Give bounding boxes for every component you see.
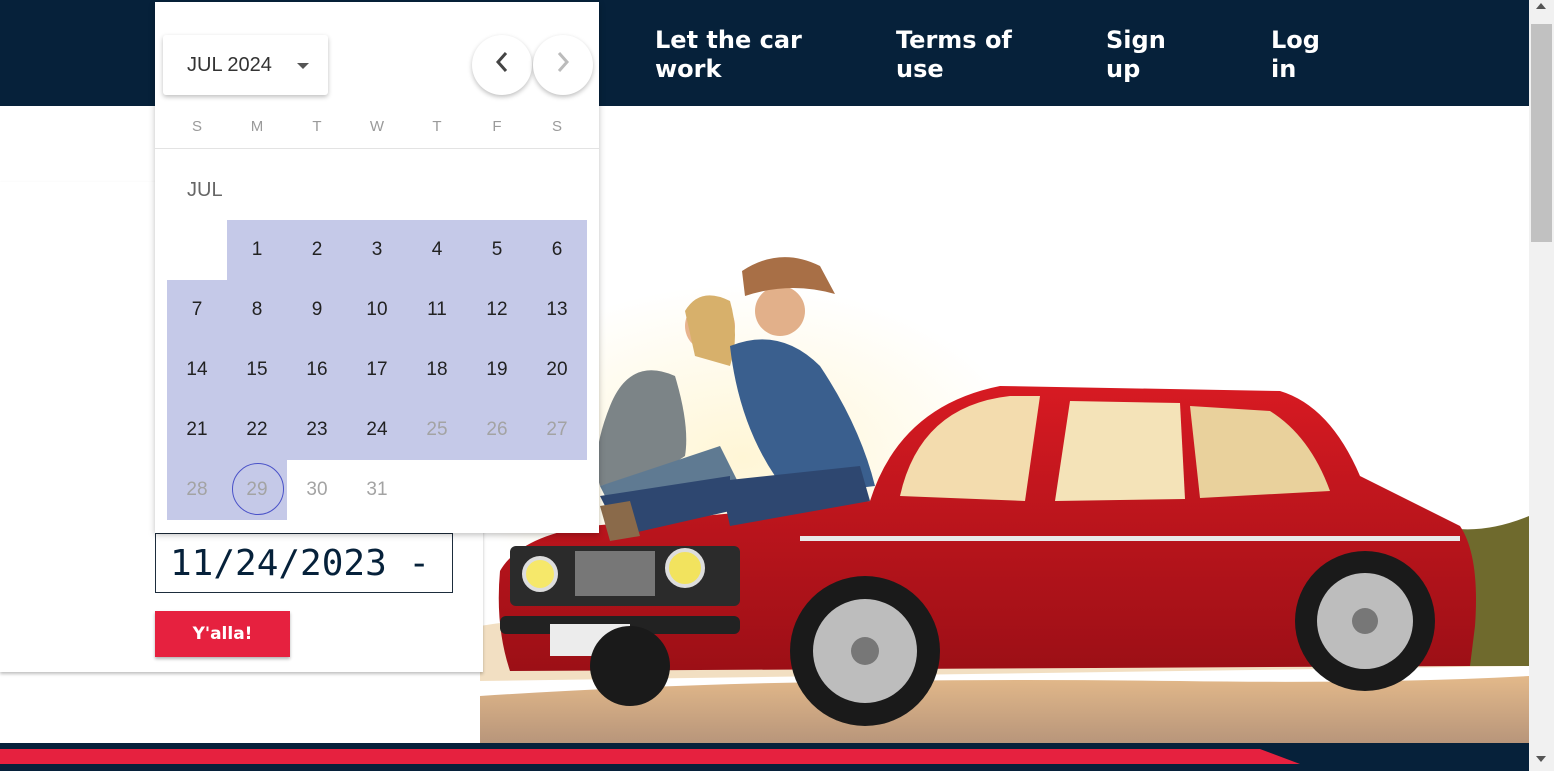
scrollbar-thumb[interactable]: [1531, 24, 1552, 242]
calendar-day[interactable]: 3: [347, 220, 407, 280]
day-number: 21: [186, 419, 208, 440]
calendar-day[interactable]: 24: [347, 400, 407, 460]
scroll-up-arrow-icon[interactable]: [1536, 3, 1546, 9]
day-number: 13: [546, 299, 568, 320]
weekday-label: M: [250, 118, 264, 135]
calendar-day: 25: [407, 400, 467, 460]
day-number: 18: [426, 359, 448, 380]
day-number: 23: [306, 419, 328, 440]
day-number: 14: [186, 359, 208, 380]
nav-let-the-car-work[interactable]: Let the car work: [655, 26, 802, 84]
calendar-day[interactable]: 18: [407, 340, 467, 400]
caret-down-icon: [297, 63, 309, 69]
day-number: 17: [366, 359, 388, 380]
calendar-day[interactable]: 21: [167, 400, 227, 460]
month-year-select[interactable]: JUL 2024: [163, 35, 328, 95]
divider: [155, 148, 599, 149]
day-number: 24: [366, 419, 388, 440]
calendar-day: 27: [527, 400, 587, 460]
day-number: 26: [486, 419, 508, 440]
calendar-day[interactable]: 17: [347, 340, 407, 400]
calendar-day[interactable]: 22: [227, 400, 287, 460]
calendar-day: 31: [347, 460, 407, 520]
month-year-label: JUL 2024: [187, 53, 272, 76]
calendar-day[interactable]: 20: [527, 340, 587, 400]
day-number: 22: [246, 419, 268, 440]
calendar-day[interactable]: 12: [467, 280, 527, 340]
date-range-input[interactable]: [155, 533, 453, 593]
chevron-left-icon: [494, 52, 510, 80]
weekday-label: T: [432, 118, 442, 135]
day-number: 16: [306, 359, 328, 380]
day-number: 11: [427, 299, 447, 320]
day-number: 1: [251, 239, 263, 260]
nav-label: Let the car: [655, 26, 802, 54]
day-number: 12: [486, 299, 508, 320]
weekday-label: S: [551, 118, 562, 135]
day-number: 25: [426, 419, 448, 440]
day-number: 9: [311, 299, 323, 320]
weekday-label: T: [312, 118, 322, 135]
calendar-day: 29: [227, 460, 287, 520]
date-picker-popup: JUL 2024 SMTWTFS JUL 1 2 3 4 5 6 7 8 9 10 11 12 13 14…: [155, 2, 599, 533]
calendar-day[interactable]: 15: [227, 340, 287, 400]
day-number: 3: [371, 239, 383, 260]
calendar-day[interactable]: 23: [287, 400, 347, 460]
day-number: 2: [311, 239, 323, 260]
next-month-button[interactable]: [533, 35, 593, 95]
nav-sign-up[interactable]: Sign up: [1106, 26, 1166, 84]
day-number: 5: [491, 239, 503, 260]
day-number: 8: [251, 299, 263, 320]
day-number: 19: [486, 359, 508, 380]
calendar-day[interactable]: 19: [467, 340, 527, 400]
calendar-day[interactable]: 13: [527, 280, 587, 340]
scroll-down-arrow-icon[interactable]: [1536, 756, 1546, 762]
calendar-day[interactable]: 10: [347, 280, 407, 340]
calendar-day[interactable]: 11: [407, 280, 467, 340]
nav-label: Terms of: [896, 26, 1012, 54]
nav-label: Sign: [1106, 26, 1166, 54]
calendar-day[interactable]: 2: [287, 220, 347, 280]
search-submit-button[interactable]: Y'alla!: [155, 611, 290, 657]
calendar-day[interactable]: 8: [227, 280, 287, 340]
calendar-day[interactable]: 1: [227, 220, 287, 280]
weekday-label: W: [369, 118, 385, 135]
calendar-day[interactable]: 16: [287, 340, 347, 400]
calendar-day: 26: [467, 400, 527, 460]
weekday-label: F: [492, 118, 502, 135]
prev-month-button[interactable]: [472, 35, 532, 95]
day-number: 6: [551, 239, 563, 260]
day-number: 4: [431, 239, 443, 260]
calendar-day: 28: [167, 460, 227, 520]
calendar-day[interactable]: 14: [167, 340, 227, 400]
calendar-day: 30: [287, 460, 347, 520]
today-indicator: [232, 463, 284, 515]
nav-label: in: [1271, 55, 1297, 83]
chevron-right-icon: [555, 52, 571, 80]
calendar-day[interactable]: 5: [467, 220, 527, 280]
nav-label: Log: [1271, 26, 1320, 54]
nav-label: up: [1106, 55, 1141, 83]
nav-terms-of-use[interactable]: Terms of use: [896, 26, 1012, 84]
day-number: 27: [546, 419, 568, 440]
calendar-day[interactable]: 6: [527, 220, 587, 280]
month-heading: JUL: [187, 179, 223, 201]
footer-accent-stripe: [0, 749, 1300, 764]
calendar-day[interactable]: 7: [167, 280, 227, 340]
day-number: 28: [186, 479, 208, 500]
day-number: 30: [306, 479, 328, 500]
nav-label: use: [896, 55, 944, 83]
calendar-day[interactable]: 9: [287, 280, 347, 340]
day-number: 10: [366, 299, 388, 320]
calendar-day[interactable]: 4: [407, 220, 467, 280]
hero-image: [480, 106, 1529, 746]
day-number: 20: [546, 359, 568, 380]
day-number: 15: [246, 359, 268, 380]
day-number: 31: [366, 479, 388, 500]
weekday-label: S: [191, 118, 202, 135]
day-number: 7: [191, 299, 203, 320]
nav-log-in[interactable]: Log in: [1271, 26, 1320, 84]
nav-label: work: [655, 55, 722, 83]
